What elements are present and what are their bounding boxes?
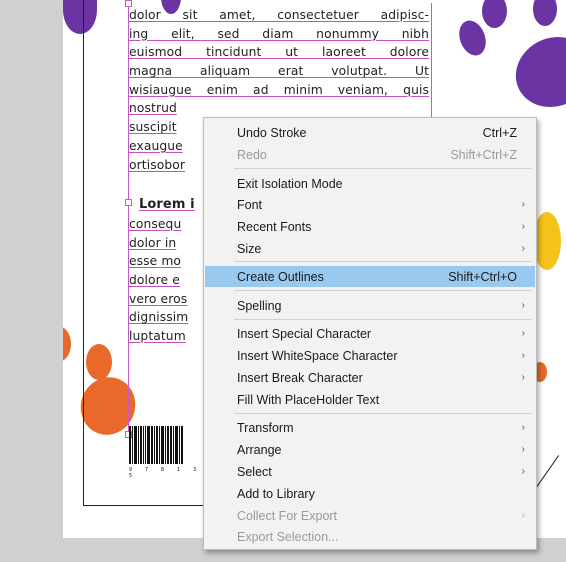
menu-separator [234,290,532,291]
submenu-arrow-icon: › [521,243,525,254]
page-border-left [83,0,84,505]
menu-item-label: Insert WhiteSpace Character [237,348,398,363]
menu-item-label: Collect For Export [237,508,338,523]
menu-item-label: Export Selection... [237,529,339,544]
menu-item-label: Create Outlines [237,269,324,284]
paw-toe-purple [533,0,557,26]
menu-item-label: Redo [237,147,267,162]
menu-item-label: Font [237,197,263,212]
menu-separator [234,168,532,169]
paw-toe-orange-left [63,326,71,362]
submenu-arrow-icon: › [521,328,525,339]
submenu-arrow-icon: › [521,444,525,455]
menu-item-redo[interactable]: Redo Shift+Ctrl+Z [205,144,535,165]
menu-item-shortcut: Shift+Ctrl+O [448,269,517,284]
menu-item-shortcut: Shift+Ctrl+Z [450,147,517,162]
menu-item-insert-special-character[interactable]: Insert Special Character › [205,323,535,344]
menu-item-undo-stroke[interactable]: Undo Stroke Ctrl+Z [205,122,535,143]
menu-item-label: Fill With PlaceHolder Text [237,392,380,407]
paw-print-purple-right [504,24,566,120]
menu-separator [234,413,532,414]
menu-item-select[interactable]: Select › [205,461,535,482]
menu-separator [234,261,532,262]
menu-item-label: Transform [237,420,294,435]
text-line: nostrud [129,101,177,116]
menu-item-label: Insert Special Character [237,326,372,341]
text-line: wisiaugue enim ad minim veniam, quis [129,82,429,97]
menu-item-label: Exit Isolation Mode [237,176,343,191]
paw-toe-orange-left [86,344,112,380]
menu-item-insert-whitespace-character[interactable]: Insert WhiteSpace Character › [205,345,535,366]
submenu-arrow-icon: › [521,300,525,311]
menu-item-label: Size [237,241,262,256]
menu-item-collect-for-export[interactable]: Collect For Export › [205,505,535,526]
menu-item-export-selection[interactable]: Export Selection... [205,526,535,547]
text-line: dolor sit amet, consectetuer adipisc- [129,8,429,22]
menu-item-size[interactable]: Size › [205,238,535,259]
menu-item-label: Select [237,464,272,479]
submenu-arrow-icon: › [521,199,525,210]
menu-item-label: Insert Break Character [237,370,363,385]
submenu-arrow-icon: › [521,221,525,232]
submenu-arrow-icon: › [521,466,525,477]
menu-item-insert-break-character[interactable]: Insert Break Character › [205,367,535,388]
submenu-arrow-icon: › [521,422,525,433]
context-menu[interactable]: Undo Stroke Ctrl+Z Redo Shift+Ctrl+Z Exi… [203,117,537,550]
text-line: magna aliquam erat volutpat. Ut [129,64,429,79]
text-line: euismod tincidunt ut laoreet dolore [129,45,429,60]
barcode-image [129,426,209,472]
submenu-arrow-icon: › [521,372,525,383]
paw-toe-yellow [533,212,561,270]
menu-item-exit-isolation-mode[interactable]: Exit Isolation Mode [205,173,535,194]
menu-item-label: Add to Library [237,486,315,501]
menu-item-label: Recent Fonts [237,219,312,234]
paw-toe-purple [482,0,507,28]
menu-item-arrange[interactable]: Arrange › [205,439,535,460]
menu-item-spelling[interactable]: Spelling › [205,295,535,316]
menu-item-label: Undo Stroke [237,125,307,140]
paw-print-purple-top [63,0,97,34]
menu-separator [234,319,532,320]
menu-item-add-to-library[interactable]: Add to Library [205,483,535,504]
menu-item-transform[interactable]: Transform › [205,417,535,438]
menu-item-recent-fonts[interactable]: Recent Fonts › [205,216,535,237]
page-border-bottom [83,505,223,506]
menu-item-label: Spelling [237,298,282,313]
menu-item-label: Arrange [237,442,282,457]
menu-item-shortcut: Ctrl+Z [482,125,517,140]
menu-item-create-outlines[interactable]: Create Outlines Shift+Ctrl+O [205,266,535,287]
text-line: ing elit, sed diam nonummy nibh [129,26,429,41]
menu-item-fill-with-placeholder-text[interactable]: Fill With PlaceHolder Text [205,389,535,410]
submenu-arrow-icon: › [521,350,525,361]
barcode-digits: 9 7 8 1 3 5 [129,467,202,479]
submenu-arrow-icon: › [521,510,525,521]
menu-item-font[interactable]: Font › [205,194,535,215]
